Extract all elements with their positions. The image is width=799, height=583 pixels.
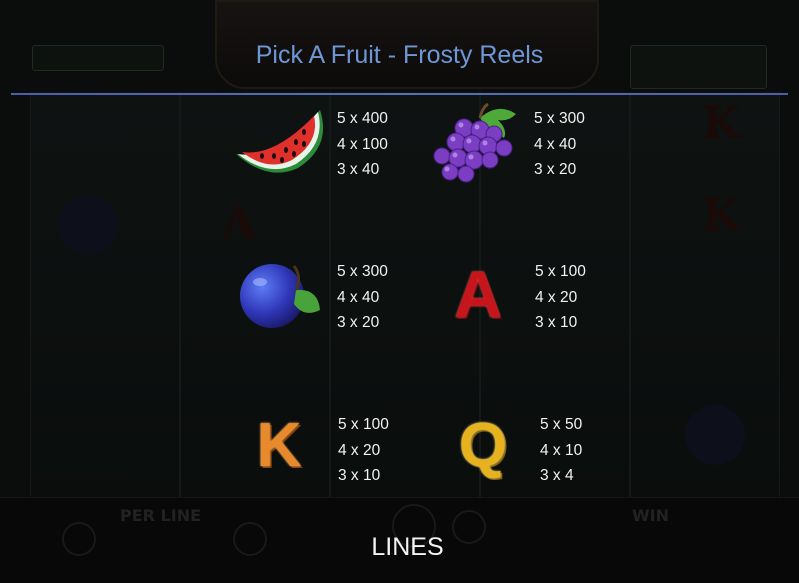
title-divider — [11, 93, 788, 95]
grapes-pay-4: 4 x 40 — [534, 135, 577, 153]
bg-plus — [233, 522, 267, 556]
bg-per-line: PER LINE — [120, 506, 202, 525]
letter-a-pays: 5 x 100 4 x 20 3 x 10 — [535, 259, 586, 336]
watermelon-icon — [236, 110, 324, 173]
letter-q-pay-5: 5 x 50 — [540, 416, 583, 433]
plum-icon — [240, 264, 320, 328]
bg-ghost-k-2: K — [702, 190, 741, 241]
letter-a-icon: A — [454, 257, 502, 331]
grapes-pay-5: 5 x 300 — [534, 110, 585, 127]
letter-k-pay-4: 4 x 20 — [338, 441, 381, 459]
letter-k-pay-5: 5 x 100 — [338, 416, 389, 433]
lines-button[interactable]: LINES — [340, 533, 475, 562]
bg-minus — [62, 522, 96, 556]
game-background: A K K PER LINE WIN — [0, 0, 799, 583]
paytable-title: Pick A Fruit - Frosty Reels — [255, 41, 544, 69]
grapes-icon — [433, 102, 516, 183]
letter-k-pay-3: 3 x 10 — [338, 467, 381, 484]
plum-pay-4: 4 x 40 — [337, 288, 380, 306]
letter-k-icon: K — [256, 411, 302, 480]
grapes-pay-3: 3 x 20 — [534, 161, 577, 178]
letter-q-pay-4: 4 x 10 — [540, 441, 583, 459]
plum-pays: 5 x 300 4 x 40 3 x 20 — [337, 259, 388, 336]
bg-ghost-a: A — [222, 198, 257, 249]
plum-pay-5: 5 x 300 — [337, 263, 388, 280]
letter-k-pays: 5 x 100 4 x 20 3 x 10 — [338, 412, 389, 489]
letter-a-pay-3: 3 x 10 — [535, 314, 578, 331]
watermelon-pay-4: 4 x 100 — [337, 135, 388, 153]
letter-a-pay-5: 5 x 100 — [535, 263, 586, 280]
grapes-pays: 5 x 300 4 x 40 3 x 20 — [534, 106, 585, 183]
letter-q-pays: 5 x 50 4 x 10 3 x 4 — [540, 412, 582, 489]
watermelon-pays: 5 x 400 4 x 100 3 x 40 — [337, 106, 388, 183]
letter-q-pay-3: 3 x 4 — [540, 467, 574, 484]
letter-a-pay-4: 4 x 20 — [535, 288, 578, 306]
plum-pay-3: 3 x 20 — [337, 314, 380, 331]
watermelon-pay-5: 5 x 400 — [337, 110, 388, 127]
bg-ghost-k-1: K — [702, 98, 741, 149]
bg-ghost-plum-2 — [685, 405, 745, 465]
reel-1 — [30, 92, 180, 497]
letter-q-icon: Q — [458, 411, 508, 480]
watermelon-pay-3: 3 x 40 — [337, 161, 380, 178]
bg-win: WIN — [632, 506, 669, 525]
bg-ghost-plum-1 — [58, 195, 118, 255]
